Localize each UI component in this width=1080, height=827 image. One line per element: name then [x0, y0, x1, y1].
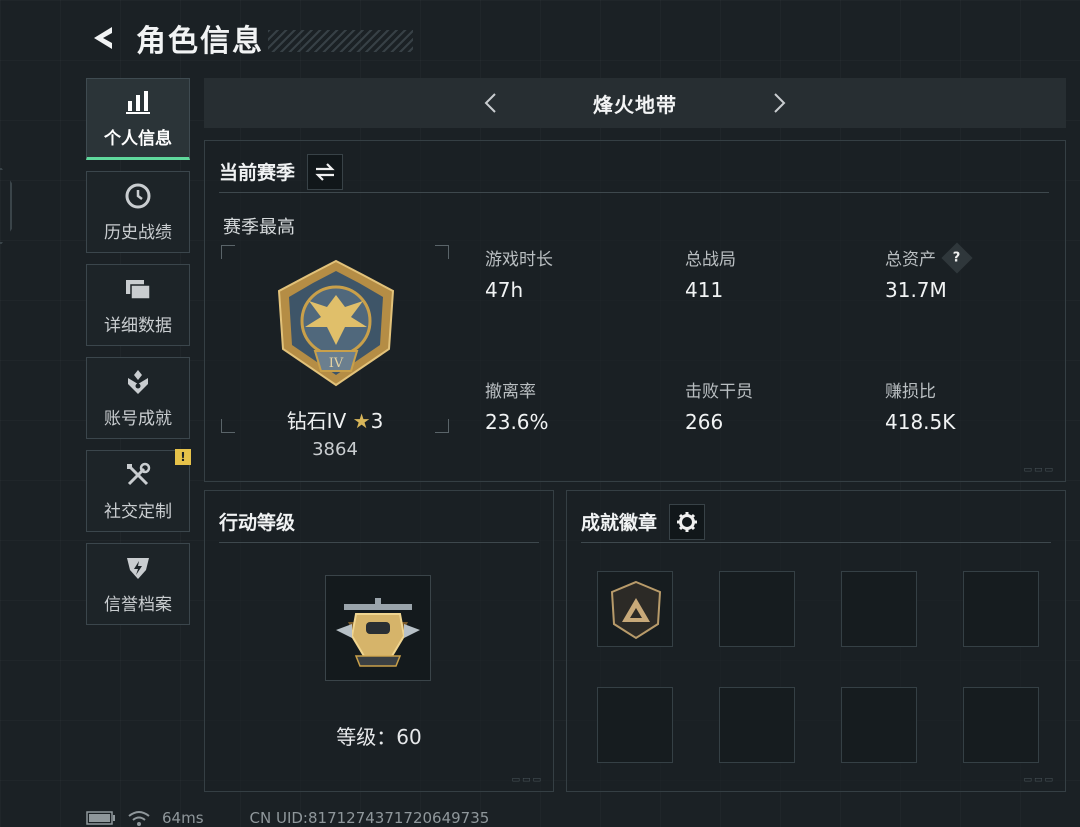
stat-operators-defeated: 击败干员 266 — [685, 377, 753, 434]
stat-value: 266 — [685, 410, 724, 434]
page-title: 角色信息 — [136, 24, 264, 59]
stat-label: 击败干员 — [685, 382, 753, 402]
season-title: 当前赛季 — [219, 162, 296, 184]
sidebar-item-label: 信誉档案 — [104, 594, 172, 615]
badge-settings-button[interactable] — [669, 503, 706, 540]
battery-icon — [86, 811, 115, 825]
sidebar-item-label: 历史战绩 — [104, 222, 172, 243]
badge-slot[interactable] — [719, 571, 795, 647]
corner-bracket — [221, 245, 235, 259]
clock-history-icon — [124, 182, 152, 210]
action-level-panel: 行动等级 等级：60 ▭▭▭ — [204, 490, 554, 792]
badge-slot[interactable] — [597, 687, 673, 763]
mountain-badge-icon — [610, 580, 662, 640]
badge-slot[interactable] — [841, 571, 917, 647]
level-text: 等级：60 — [336, 725, 422, 749]
sidebar: 个人信息 历史战绩 详细数据 账号成就 ! 社交定制 信誉档案 — [86, 78, 191, 636]
ping-text: 64ms — [162, 809, 204, 827]
achievement-badges-panel: 成就徽章 ▭▭▭ — [566, 490, 1066, 792]
tools-icon — [124, 461, 152, 489]
level-title: 行动等级 — [219, 512, 296, 534]
sidebar-item-label: 账号成就 — [104, 408, 172, 429]
mode-next-button[interactable] — [764, 88, 794, 118]
edge-decoration — [0, 168, 12, 244]
sidebar-item-history[interactable]: 历史战绩 — [86, 171, 190, 253]
stat-label: 总资产 — [885, 250, 936, 270]
badge-slot[interactable] — [719, 687, 795, 763]
season-panel: 当前赛季 赛季最高 IV 钻石IV ★3 3864 游戏时长 47h 总战局 4… — [204, 140, 1066, 482]
credit-shield-icon — [124, 554, 152, 582]
achievement-emblem-icon — [124, 368, 152, 396]
star-icon: ★ — [352, 409, 371, 433]
mode-selector: 烽火地带 — [204, 78, 1066, 128]
chevron-left-icon — [484, 93, 496, 113]
season-subtitle: 赛季最高 — [223, 217, 295, 238]
uid-text: CN UID:8171274371720649735 — [249, 809, 490, 827]
diamond-rank-medal-icon: IV — [277, 259, 395, 387]
badge-slot[interactable] — [841, 687, 917, 763]
bar-chart-icon — [124, 88, 152, 116]
corner-decoration: ▭▭▭ — [1023, 465, 1055, 475]
rank-name: 钻石IV — [286, 409, 347, 433]
stat-total-assets: 总资产 ? 31.7M — [885, 241, 973, 302]
stat-extraction-rate: 撤离率 23.6% — [485, 377, 549, 434]
rank-medal-box: IV 钻石IV ★3 3864 — [221, 245, 449, 460]
level-panel-header: 行动等级 — [219, 501, 539, 543]
switch-season-button[interactable] — [307, 153, 344, 190]
badge-slot[interactable] — [597, 571, 673, 647]
stat-value: 23.6% — [485, 410, 549, 434]
corner-decoration: ▭▭▭ — [511, 775, 543, 785]
folder-stack-icon — [124, 275, 152, 303]
sidebar-item-social-custom[interactable]: ! 社交定制 — [86, 449, 191, 532]
stat-value: 411 — [685, 278, 724, 302]
mode-prev-button[interactable] — [476, 88, 506, 118]
stat-label: 游戏时长 — [485, 250, 553, 270]
page-header: 角色信息 — [86, 18, 413, 59]
badges-title: 成就徽章 — [581, 512, 658, 534]
rank-score: 3864 — [312, 439, 358, 460]
sidebar-item-credit-file[interactable]: 信誉档案 — [86, 543, 190, 625]
svg-text:IV: IV — [329, 356, 344, 371]
stat-label: 撤离率 — [485, 382, 536, 402]
helicopter-emblem-icon — [336, 598, 420, 667]
stat-value: 47h — [485, 278, 524, 302]
question-icon: ? — [953, 249, 961, 265]
corner-bracket — [435, 245, 449, 259]
wifi-icon — [128, 811, 150, 826]
sidebar-item-personal-info[interactable]: 个人信息 — [86, 78, 190, 160]
badges-panel-header: 成就徽章 — [581, 501, 1051, 543]
corner-decoration: ▭▭▭ — [1023, 775, 1055, 785]
sidebar-item-label: 详细数据 — [104, 315, 172, 336]
stat-value: 418.5K — [885, 410, 956, 434]
chevron-right-icon — [774, 93, 786, 113]
status-bar: 64ms CN UID:8171274371720649735 — [86, 808, 489, 827]
sidebar-item-detailed-data[interactable]: 详细数据 — [86, 264, 190, 346]
badge-slot[interactable] — [963, 687, 1039, 763]
mode-title: 烽火地带 — [593, 92, 677, 117]
stat-profit-loss-ratio: 赚损比 418.5K — [885, 377, 955, 434]
sidebar-item-label: 个人信息 — [104, 128, 172, 149]
help-button[interactable]: ? — [941, 241, 973, 274]
stat-play-time: 游戏时长 47h — [485, 245, 553, 302]
title-stripe-decoration — [268, 30, 413, 52]
sidebar-item-achievements[interactable]: 账号成就 — [86, 357, 190, 439]
swap-arrows-icon — [315, 162, 335, 181]
back-arrow-icon — [94, 27, 112, 49]
rank-stars: 3 — [370, 409, 384, 433]
stat-label: 赚损比 — [885, 382, 936, 402]
stat-value: 31.7M — [885, 278, 947, 302]
sidebar-item-label: 社交定制 — [104, 501, 172, 522]
gear-icon — [677, 511, 698, 532]
back-button[interactable] — [86, 21, 120, 55]
season-panel-header: 当前赛季 — [219, 151, 1049, 193]
rank-name-line: 钻石IV ★3 — [221, 405, 449, 434]
badge-slot[interactable] — [963, 571, 1039, 647]
stat-label-row: 总资产 ? — [885, 241, 973, 274]
notification-badge: ! — [175, 449, 191, 465]
stat-total-matches: 总战局 411 — [685, 245, 736, 302]
stat-label: 总战局 — [685, 250, 736, 270]
level-emblem-box — [325, 575, 431, 681]
